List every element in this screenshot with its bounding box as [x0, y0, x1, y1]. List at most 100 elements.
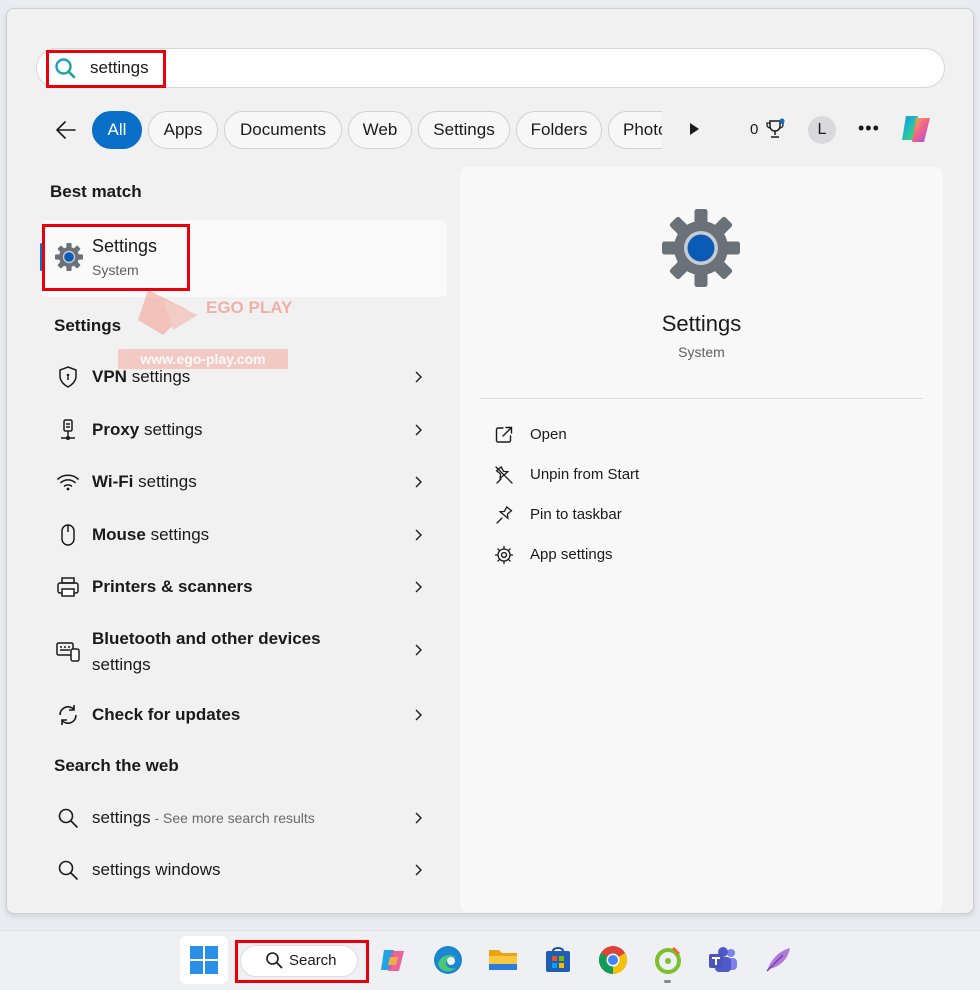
web-result-label: settings - See more search results	[92, 808, 315, 827]
mouse-icon	[61, 524, 75, 546]
rewards-points: 0	[750, 121, 759, 138]
tab-folders[interactable]: Folders	[516, 111, 602, 149]
taskbar-copilot[interactable]	[369, 936, 417, 984]
tab-settings[interactable]: Settings	[418, 111, 510, 149]
tab-apps[interactable]: Apps	[148, 111, 218, 149]
search-icon	[58, 808, 78, 828]
taskbar-edge[interactable]	[424, 936, 472, 984]
back-button[interactable]	[52, 116, 80, 144]
taskbar-greenshot[interactable]	[644, 936, 692, 984]
detail-title: Settings	[661, 311, 742, 336]
search-input[interactable]	[36, 48, 945, 88]
best-match-heading: Best match	[50, 182, 142, 201]
watermark-brand: EGO PLAY	[206, 298, 293, 317]
chrome-icon	[599, 946, 627, 974]
tab-web[interactable]: Web	[348, 111, 412, 149]
pin-icon	[496, 505, 513, 524]
settings-item-label: Printers & scanners	[92, 577, 253, 596]
divider	[480, 398, 923, 399]
tab-all[interactable]: All	[92, 111, 142, 149]
action-label: Open	[530, 426, 567, 443]
taskbar-search-label: Search	[289, 952, 337, 969]
taskbar-feather-app[interactable]	[754, 936, 802, 984]
chevron-right-icon	[415, 476, 422, 488]
open-external-icon	[495, 426, 513, 443]
web-result-label: settings windows	[92, 860, 221, 879]
tab-documents[interactable]: Documents	[224, 111, 342, 149]
taskbar-chrome[interactable]	[589, 936, 637, 984]
edge-icon	[434, 946, 462, 974]
settings-item-label: Wi-Fi settings	[92, 472, 197, 491]
best-match-subtitle: System	[92, 262, 139, 278]
action-label: App settings	[530, 546, 613, 563]
back-arrow-icon	[56, 121, 76, 139]
web-section-heading: Search the web	[54, 756, 179, 775]
search-icon	[266, 952, 283, 969]
settings-item-label: VPN settings	[92, 367, 191, 386]
settings-item-vpn[interactable]: VPN settings	[42, 352, 447, 400]
printer-icon	[57, 577, 79, 597]
start-button[interactable]	[180, 936, 228, 984]
filter-tabs: All Apps Documents Web Settings Folders …	[92, 105, 662, 155]
settings-item-label: Bluetooth and other devices settings	[92, 629, 321, 674]
best-match-title: Settings	[92, 236, 158, 256]
chevron-right-icon	[415, 864, 422, 876]
store-icon	[546, 947, 570, 972]
unpin-icon	[495, 465, 513, 484]
running-indicator	[664, 980, 671, 983]
action-label: Pin to taskbar	[530, 506, 622, 523]
tab-photos[interactable]: Photos	[608, 111, 662, 149]
taskbar-file-explorer[interactable]	[479, 936, 527, 984]
copilot-icon	[381, 950, 404, 971]
chevron-right-icon	[415, 424, 422, 436]
avatar[interactable]: L	[808, 116, 836, 144]
settings-app-icon	[55, 243, 83, 271]
taskbar-teams[interactable]	[699, 936, 747, 984]
action-open[interactable]: Open	[490, 421, 790, 451]
taskbar-microsoft-store[interactable]	[534, 936, 582, 984]
windows-logo-icon	[190, 946, 218, 974]
more-options-icon[interactable]: •••	[858, 118, 880, 139]
detail-subtitle: System	[678, 344, 725, 360]
settings-item-printers[interactable]: Printers & scanners	[42, 562, 447, 610]
settings-item-bluetooth[interactable]: Bluetooth and other devices settings	[42, 615, 447, 685]
chevron-right-icon	[415, 709, 422, 721]
folder-icon	[489, 950, 517, 970]
gear-icon	[495, 546, 513, 564]
search-query-text[interactable]: settings	[90, 58, 149, 78]
scroll-tabs-right-icon[interactable]	[684, 119, 704, 139]
settings-item-wifi[interactable]: Wi-Fi settings	[42, 457, 447, 505]
proxy-icon	[61, 419, 75, 440]
action-unpin-from-start[interactable]: Unpin from Start	[490, 461, 790, 491]
wifi-icon	[57, 474, 79, 491]
chevron-right-icon	[415, 812, 422, 824]
copilot-icon[interactable]	[898, 110, 936, 148]
settings-app-icon-large	[662, 209, 740, 287]
settings-section-heading: Settings	[54, 316, 122, 335]
search-icon	[58, 860, 78, 880]
feather-icon	[766, 948, 790, 972]
settings-item-label: Mouse settings	[92, 525, 210, 544]
settings-item-label: Check for updates	[92, 705, 241, 724]
settings-item-label: Proxy settings	[92, 420, 203, 439]
settings-item-proxy[interactable]: Proxy settings	[42, 405, 447, 453]
chevron-right-icon	[415, 644, 422, 656]
devices-icon	[56, 642, 80, 662]
greenshot-icon	[655, 946, 681, 974]
chevron-right-icon	[415, 371, 422, 383]
update-icon	[59, 705, 77, 725]
settings-item-updates[interactable]: Check for updates	[42, 690, 447, 738]
rewards-trophy-icon[interactable]	[764, 118, 786, 140]
selection-indicator	[40, 243, 43, 271]
teams-icon	[709, 947, 737, 972]
action-pin-to-taskbar[interactable]: Pin to taskbar	[490, 501, 790, 531]
chevron-right-icon	[415, 581, 422, 593]
action-label: Unpin from Start	[530, 466, 640, 483]
settings-item-mouse[interactable]: Mouse settings	[42, 510, 447, 558]
web-result-settings-windows[interactable]: settings windows	[42, 845, 447, 893]
chevron-right-icon	[415, 529, 422, 541]
search-icon	[55, 58, 76, 79]
action-app-settings[interactable]: App settings	[490, 541, 790, 571]
shield-icon	[59, 366, 77, 388]
web-result-settings[interactable]: settings - See more search results	[42, 793, 447, 841]
